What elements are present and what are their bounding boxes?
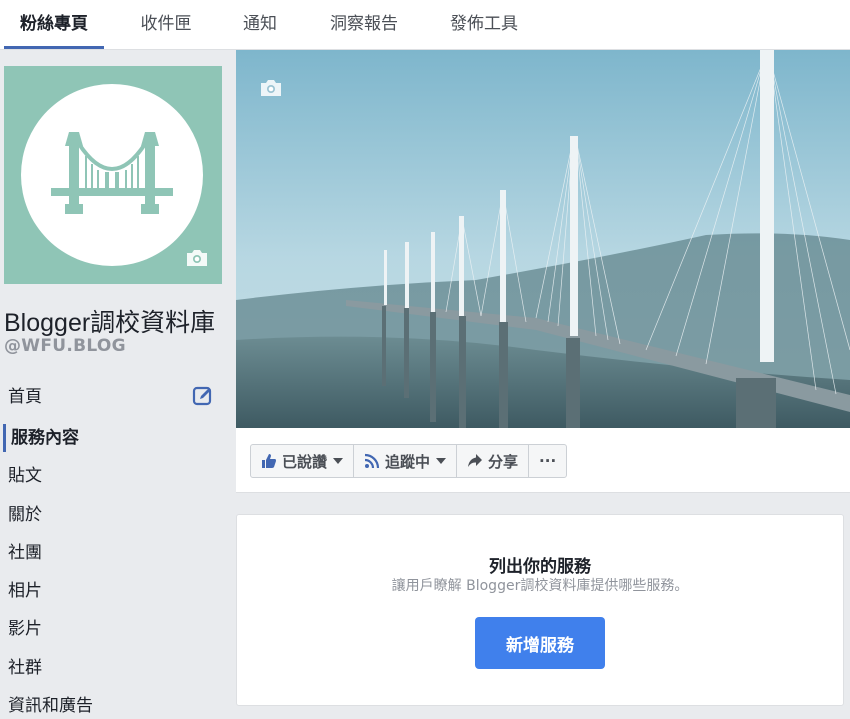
following-button[interactable]: 追蹤中 bbox=[354, 445, 458, 477]
sidebar-item-groups[interactable]: 社團 bbox=[8, 541, 42, 565]
tab-page[interactable]: 粉絲專頁 bbox=[4, 0, 104, 49]
edit-icon[interactable] bbox=[192, 385, 214, 411]
liked-label: 已說讚 bbox=[282, 452, 328, 471]
more-options-button[interactable]: ··· bbox=[529, 445, 566, 477]
action-button-group: 已說讚 追蹤中 分享 ··· bbox=[250, 444, 568, 478]
services-card: 列出你的服務 讓用戶瞭解 Blogger調校資料庫提供哪些服務。 新增服務 bbox=[236, 514, 844, 706]
liked-button[interactable]: 已說讚 bbox=[251, 445, 355, 477]
sidebar-item-about[interactable]: 關於 bbox=[8, 503, 42, 527]
sidebar-item-services[interactable]: 服務內容 bbox=[11, 426, 79, 450]
sidebar-item-info-ads[interactable]: 資訊和廣告 bbox=[8, 694, 93, 718]
caret-down-icon bbox=[436, 458, 447, 464]
tab-notifications[interactable]: 通知 bbox=[230, 0, 290, 49]
page-name[interactable]: Blogger調校資料庫 bbox=[4, 303, 229, 339]
bridge-logo bbox=[21, 84, 203, 266]
more-icon: ··· bbox=[539, 452, 557, 470]
tab-publishing-tools[interactable]: 發佈工具 bbox=[436, 0, 532, 49]
tab-insights[interactable]: 洞察報告 bbox=[314, 0, 414, 49]
tab-inbox[interactable]: 收件匣 bbox=[124, 0, 208, 49]
camera-icon[interactable] bbox=[258, 78, 284, 98]
services-title: 列出你的服務 bbox=[489, 557, 591, 577]
share-label: 分享 bbox=[488, 452, 519, 471]
add-service-button[interactable]: 新增服務 bbox=[475, 617, 605, 669]
sidebar-item-videos[interactable]: 影片 bbox=[8, 617, 42, 641]
sidebar-item-community[interactable]: 社群 bbox=[8, 656, 42, 680]
page-action-bar: 已說讚 追蹤中 分享 ··· bbox=[236, 428, 850, 493]
sidebar-item-photos[interactable]: 相片 bbox=[8, 579, 42, 603]
caret-down-icon bbox=[333, 458, 344, 464]
thumbs-up-icon bbox=[261, 453, 277, 469]
sidebar-item-home[interactable]: 首頁 bbox=[8, 385, 42, 409]
following-label: 追蹤中 bbox=[385, 452, 431, 471]
rss-icon bbox=[364, 453, 380, 469]
page-tab-bar: 粉絲專頁 收件匣 通知 洞察報告 發佈工具 bbox=[0, 0, 850, 50]
active-nav-indicator bbox=[3, 424, 6, 452]
sidebar-item-posts[interactable]: 貼文 bbox=[8, 464, 42, 488]
share-arrow-icon bbox=[467, 453, 483, 469]
share-button[interactable]: 分享 bbox=[457, 445, 530, 477]
services-subtitle: 讓用戶瞭解 Blogger調校資料庫提供哪些服務。 bbox=[391, 578, 689, 594]
page-username[interactable]: @WFU.BLOG bbox=[4, 336, 126, 356]
camera-icon[interactable] bbox=[184, 248, 210, 272]
profile-picture[interactable] bbox=[4, 66, 222, 284]
cover-photo[interactable] bbox=[236, 50, 850, 428]
